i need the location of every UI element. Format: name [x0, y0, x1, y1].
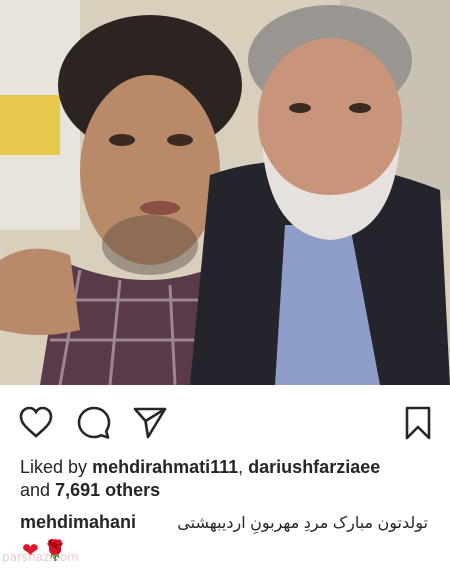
post-caption: mehdimahani تولدتون مبارک مردِ مهربونِ ا…: [20, 510, 440, 536]
comment-bubble-icon[interactable]: [76, 405, 112, 441]
likes-count-link[interactable]: 7,691 others: [55, 480, 160, 500]
post-action-bar: [0, 385, 450, 455]
bookmark-icon[interactable]: [400, 405, 436, 441]
likes-and: and: [20, 480, 51, 500]
likes-separator: ,: [238, 457, 244, 477]
post-photo[interactable]: [0, 0, 450, 385]
site-watermark: parsnaz.com: [2, 550, 79, 564]
paper-plane-icon[interactable]: [132, 405, 168, 441]
likes-summary: Liked by mehdirahmati111, dariushfarziae…: [20, 456, 440, 502]
likes-prefix: Liked by: [20, 457, 88, 477]
caption-owner-link[interactable]: mehdimahani: [20, 512, 136, 532]
liked-by-user-link[interactable]: dariushfarziaee: [248, 457, 380, 477]
photo-illustration: [0, 0, 450, 385]
caption-text: تولدتون مبارک مردِ مهربونِ اردیبهشتی: [177, 515, 428, 532]
heart-outline-icon[interactable]: [18, 405, 54, 441]
liked-by-user-link[interactable]: mehdirahmati111: [92, 457, 238, 477]
